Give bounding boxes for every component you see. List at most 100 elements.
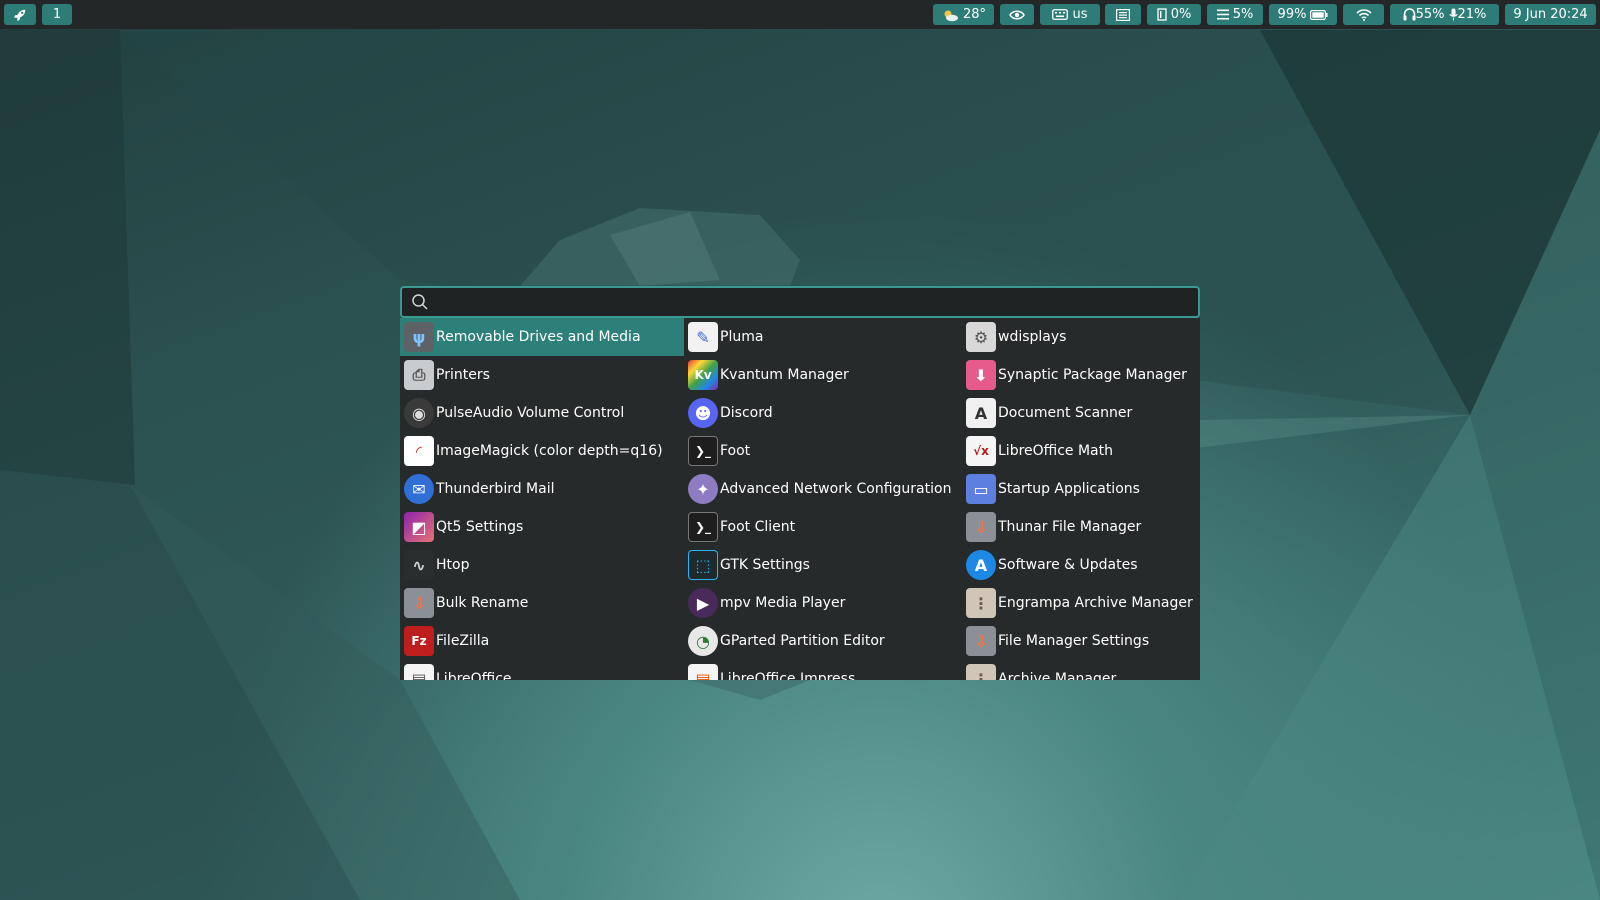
result-item-label: Thunderbird Mail [436,481,555,497]
result-item[interactable]: A Document Scanner [962,394,1200,432]
printer-icon: ⎙ [404,360,434,390]
result-item-label: Removable Drives and Media [436,329,641,345]
gtk-settings-icon: ⬚ [688,550,718,580]
partly-cloudy-icon [944,10,958,21]
keyboard-layout[interactable]: us [1040,4,1100,25]
result-item-label: mpv Media Player [720,595,846,611]
memory-widget[interactable]: 0% [1147,4,1201,25]
idle-inhibitor-button[interactable] [1000,4,1034,25]
result-item-label: Kvantum Manager [720,367,849,383]
result-item[interactable]: ∿ Htop [400,546,684,584]
results-grid: ψ Removable Drives and Media ✎ Pluma ⚙ wdispl… [400,318,1200,680]
software-updates-icon: A [966,550,996,580]
speaker-icon: ◉ [404,398,434,428]
memory-icon [1157,8,1167,21]
result-item-label: Qt5 Settings [436,519,524,535]
result-item[interactable]: ✦ Advanced Network Configuration [684,470,962,508]
result-item[interactable]: ▶ mpv Media Player [684,584,962,622]
archive-icon: ⋮ [966,664,996,680]
result-item[interactable]: ⇩ File Manager Settings [962,622,1200,660]
result-item-label: Archive Manager [998,671,1117,680]
launcher-button[interactable] [4,4,36,25]
result-item[interactable]: ◜ ImageMagick (color depth=q16) [400,432,684,470]
workspace-indicator[interactable]: 1 [42,4,72,25]
result-item-label: Discord [720,405,773,421]
startup-icon: ▭ [966,474,996,504]
result-item[interactable]: ☻ Discord [684,394,962,432]
bulk-rename-icon: ⇩ [404,588,434,618]
libreoffice-impress-icon: ▤ [688,664,718,680]
weather-temperature: 28° [962,7,987,22]
result-item-label: Synaptic Package Manager [998,367,1187,383]
result-item-label: Engrampa Archive Manager [998,595,1193,611]
file-manager-icon: ⇩ [966,512,996,542]
result-item[interactable]: ◔ GParted Partition Editor [684,622,962,660]
result-item[interactable]: Fz FileZilla [400,622,684,660]
result-item[interactable]: Kv Kvantum Manager [684,356,962,394]
result-item[interactable]: ◉ PulseAudio Volume Control [400,394,684,432]
filezilla-icon: Fz [404,626,434,656]
result-item-label: Htop [436,557,470,573]
gparted-icon: ◔ [688,626,718,656]
result-item[interactable]: ✎ Pluma [684,318,962,356]
result-item[interactable]: ⇩ Bulk Rename [400,584,684,622]
result-item[interactable]: ⇩ Thunar File Manager [962,508,1200,546]
result-item[interactable]: √x LibreOffice Math [962,432,1200,470]
wifi-icon [1355,8,1372,21]
result-item[interactable]: ⚙ wdisplays [962,318,1200,356]
search-box[interactable] [400,286,1200,318]
result-item[interactable]: ψ Removable Drives and Media [400,318,684,356]
result-item-label: Advanced Network Configuration [720,481,952,497]
result-item[interactable]: ⋮ Archive Manager [962,660,1200,680]
kvantum-icon: Kv [688,360,718,390]
result-item-label: wdisplays [998,329,1067,345]
result-item[interactable]: A Software & Updates [962,546,1200,584]
result-item[interactable]: ⋮ Engrampa Archive Manager [962,584,1200,622]
network-icon: ✦ [688,474,718,504]
result-item-label: GParted Partition Editor [720,633,885,649]
result-item[interactable]: ◩ Qt5 Settings [400,508,684,546]
result-item-label: Software & Updates [998,557,1138,573]
result-item[interactable]: ⎙ Printers [400,356,684,394]
audio-widget[interactable]: 55% 21% [1390,4,1499,25]
battery-icon [1310,9,1329,20]
result-item[interactable]: ▤ LibreOffice [400,660,684,680]
keyboard-layout-label: us [1072,7,1088,22]
result-item[interactable]: ▭ Startup Applications [962,470,1200,508]
htop-icon: ∿ [404,550,434,580]
battery-widget[interactable]: 99% [1269,4,1337,25]
keyboard-icon [1052,9,1069,20]
cpu-widget[interactable]: 5% [1207,4,1263,25]
search-input[interactable] [433,289,1177,315]
result-item[interactable]: ❯_ Foot Client [684,508,962,546]
app-launcher: ψ Removable Drives and Media ✎ Pluma ⚙ wdispl… [400,286,1200,680]
tasks-button[interactable] [1105,4,1141,25]
result-item-label: Document Scanner [998,405,1133,421]
result-item-label: Printers [436,367,490,383]
gear-icon: ⚙ [966,322,996,352]
pluma-icon: ✎ [688,322,718,352]
result-item-label: GTK Settings [720,557,810,573]
network-widget[interactable] [1343,4,1384,25]
result-item-label: Foot Client [720,519,796,535]
result-item[interactable]: ⬚ GTK Settings [684,546,962,584]
result-item-label: Pluma [720,329,764,345]
result-item[interactable]: ✉ Thunderbird Mail [400,470,684,508]
weather-widget[interactable]: 28° [933,4,994,25]
battery-level: 99% [1277,7,1307,22]
workspace-number: 1 [52,7,62,22]
imagemagick-icon: ◜ [404,436,434,466]
search-icon [412,294,428,310]
result-item[interactable]: ⬇ Synaptic Package Manager [962,356,1200,394]
result-item-label: LibreOffice Impress [720,671,856,680]
terminal-icon: ❯_ [688,512,718,542]
result-item-label: Bulk Rename [436,595,529,611]
thunderbird-icon: ✉ [404,474,434,504]
cpu-icon [1216,9,1229,20]
clock-widget[interactable]: 9 Jun 20:24 [1505,4,1596,25]
synaptic-icon: ⬇ [966,360,996,390]
list-icon [1116,8,1130,21]
result-item[interactable]: ❯_ Foot [684,432,962,470]
result-item[interactable]: ▤ LibreOffice Impress [684,660,962,680]
usb-drive-icon: ψ [404,322,434,352]
